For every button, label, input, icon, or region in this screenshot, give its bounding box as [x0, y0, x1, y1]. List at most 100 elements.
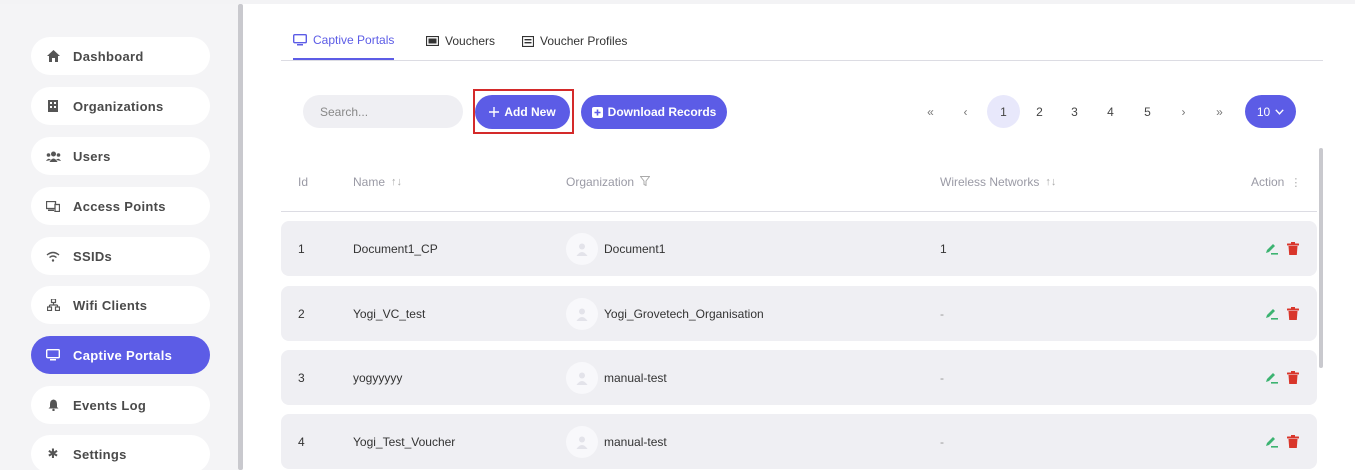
last-page-button[interactable]: »: [1203, 95, 1236, 128]
tab-bar: Captive Portals Vouchers Voucher Profile…: [281, 22, 1323, 61]
sidebar-item-users[interactable]: Users: [31, 137, 210, 175]
page-button-5[interactable]: 5: [1131, 95, 1164, 128]
organization-name: Document1: [604, 241, 666, 256]
column-header-label: Action: [1251, 175, 1285, 189]
sidebar-item-settings[interactable]: ✱ Settings: [31, 435, 210, 470]
column-header-action[interactable]: Action ⋮: [1251, 175, 1301, 189]
sidebar-item-label: Captive Portals: [73, 347, 173, 363]
organization-name: manual-test: [604, 434, 667, 449]
cell-name: Yogi_VC_test: [353, 306, 426, 321]
tab-voucher-profiles[interactable]: Voucher Profiles: [522, 22, 627, 60]
avatar: [566, 232, 598, 265]
cell-organization: manual-test: [566, 350, 667, 405]
plus-icon: [489, 107, 500, 117]
column-header-label: Wireless Networks: [940, 175, 1040, 189]
sidebar: Dashboard Organizations Users Access Poi…: [0, 4, 238, 470]
chevron-down-icon: [1275, 108, 1284, 115]
table-row[interactable]: 3 yogyyyyy manual-test -: [281, 350, 1317, 405]
column-header-label: Organization: [566, 175, 635, 189]
delete-icon[interactable]: [1285, 305, 1301, 321]
cell-id: 1: [298, 241, 305, 256]
sidebar-scrollbar[interactable]: [238, 4, 243, 470]
column-header-label: Name: [353, 175, 386, 189]
cell-id: 3: [298, 370, 305, 385]
sidebar-item-wifi-clients[interactable]: Wifi Clients: [31, 286, 210, 324]
sidebar-item-label: Settings: [73, 446, 127, 462]
search-input[interactable]: [303, 95, 463, 128]
sidebar-item-events-log[interactable]: Events Log: [31, 386, 210, 424]
bell-icon: [45, 397, 61, 413]
sidebar-item-label: Users: [73, 148, 111, 164]
cell-wireless-networks: -: [940, 370, 944, 385]
page-button-2[interactable]: 2: [1023, 95, 1056, 128]
row-actions: [1263, 433, 1307, 449]
sidebar-item-label: Access Points: [73, 198, 166, 214]
next-page-button[interactable]: ›: [1167, 95, 1200, 128]
monitor-icon: [45, 347, 61, 363]
gear-icon: ✱: [47, 446, 59, 461]
cell-wireless-networks: -: [940, 434, 944, 449]
cell-wireless-networks: -: [940, 306, 944, 321]
page-size-value: 10: [1256, 104, 1271, 119]
table-scrollbar[interactable]: [1319, 148, 1323, 368]
delete-icon[interactable]: [1285, 433, 1301, 449]
table-row[interactable]: 1 Document1_CP Document1 1: [281, 221, 1317, 276]
avatar: [566, 361, 598, 394]
sort-icon[interactable]: ↑↓: [1045, 176, 1056, 188]
organization-name: Yogi_Grovetech_Organisation: [604, 306, 764, 321]
sidebar-item-label: Dashboard: [73, 48, 144, 64]
page-button-3[interactable]: 3: [1058, 95, 1091, 128]
page-button-1[interactable]: 1: [987, 95, 1020, 128]
page-button-4[interactable]: 4: [1094, 95, 1127, 128]
table-row[interactable]: 2 Yogi_VC_test Yogi_Grovetech_Organisati…: [281, 286, 1317, 341]
avatar: [566, 425, 598, 458]
table-row[interactable]: 4 Yogi_Test_Voucher manual-test -: [281, 414, 1317, 469]
devices-icon: [45, 198, 61, 214]
prev-page-button[interactable]: ‹: [949, 95, 982, 128]
sidebar-item-label: Events Log: [73, 397, 147, 413]
edit-icon[interactable]: [1263, 433, 1279, 449]
column-header-organization[interactable]: Organization: [566, 175, 651, 189]
avatar: [566, 297, 598, 330]
tab-label: Captive Portals: [313, 33, 395, 47]
plus-square-icon: [591, 106, 603, 118]
list-icon: [522, 35, 534, 47]
network-icon: [45, 297, 61, 313]
add-new-label: Add New: [504, 105, 556, 119]
sidebar-item-label: SSIDs: [73, 248, 113, 264]
page-size-select[interactable]: 10: [1245, 95, 1296, 128]
sidebar-item-ssids[interactable]: SSIDs: [31, 237, 210, 275]
delete-icon[interactable]: [1285, 369, 1301, 385]
cell-organization: Yogi_Grovetech_Organisation: [566, 286, 764, 341]
wifi-icon: [45, 248, 61, 264]
first-page-button[interactable]: «: [914, 95, 947, 128]
table-header: Id Name ↑↓ Organization Wireless Network…: [281, 150, 1317, 212]
edit-icon[interactable]: [1263, 305, 1279, 321]
edit-icon[interactable]: [1263, 240, 1279, 256]
sidebar-item-dashboard[interactable]: Dashboard: [31, 37, 210, 75]
edit-icon[interactable]: [1263, 369, 1279, 385]
download-records-button[interactable]: Download Records: [581, 95, 727, 129]
monitor-icon: [293, 34, 307, 46]
column-header-name[interactable]: Name ↑↓: [353, 175, 402, 189]
organization-name: manual-test: [604, 370, 667, 385]
row-actions: [1263, 369, 1307, 385]
column-header-wireless-networks[interactable]: Wireless Networks ↑↓: [940, 175, 1056, 189]
tab-captive-portals[interactable]: Captive Portals: [293, 22, 395, 60]
cell-name: Yogi_Test_Voucher: [353, 434, 456, 449]
filter-icon[interactable]: [639, 175, 651, 189]
sidebar-item-captive-portals[interactable]: Captive Portals: [31, 336, 210, 374]
delete-icon[interactable]: [1285, 240, 1301, 256]
sidebar-item-access-points[interactable]: Access Points: [31, 187, 210, 225]
sidebar-item-label: Wifi Clients: [73, 297, 148, 313]
sidebar-item-organizations[interactable]: Organizations: [31, 87, 210, 125]
building-icon: [45, 98, 61, 114]
add-new-button[interactable]: Add New: [475, 95, 570, 129]
cell-name: yogyyyyy: [353, 370, 403, 385]
cell-wireless-networks: 1: [940, 241, 947, 256]
tab-label: Voucher Profiles: [540, 34, 628, 48]
cell-organization: manual-test: [566, 414, 667, 469]
more-vertical-icon[interactable]: ⋮: [1290, 176, 1301, 189]
sort-icon[interactable]: ↑↓: [391, 176, 402, 188]
tab-vouchers[interactable]: Vouchers: [426, 22, 495, 60]
